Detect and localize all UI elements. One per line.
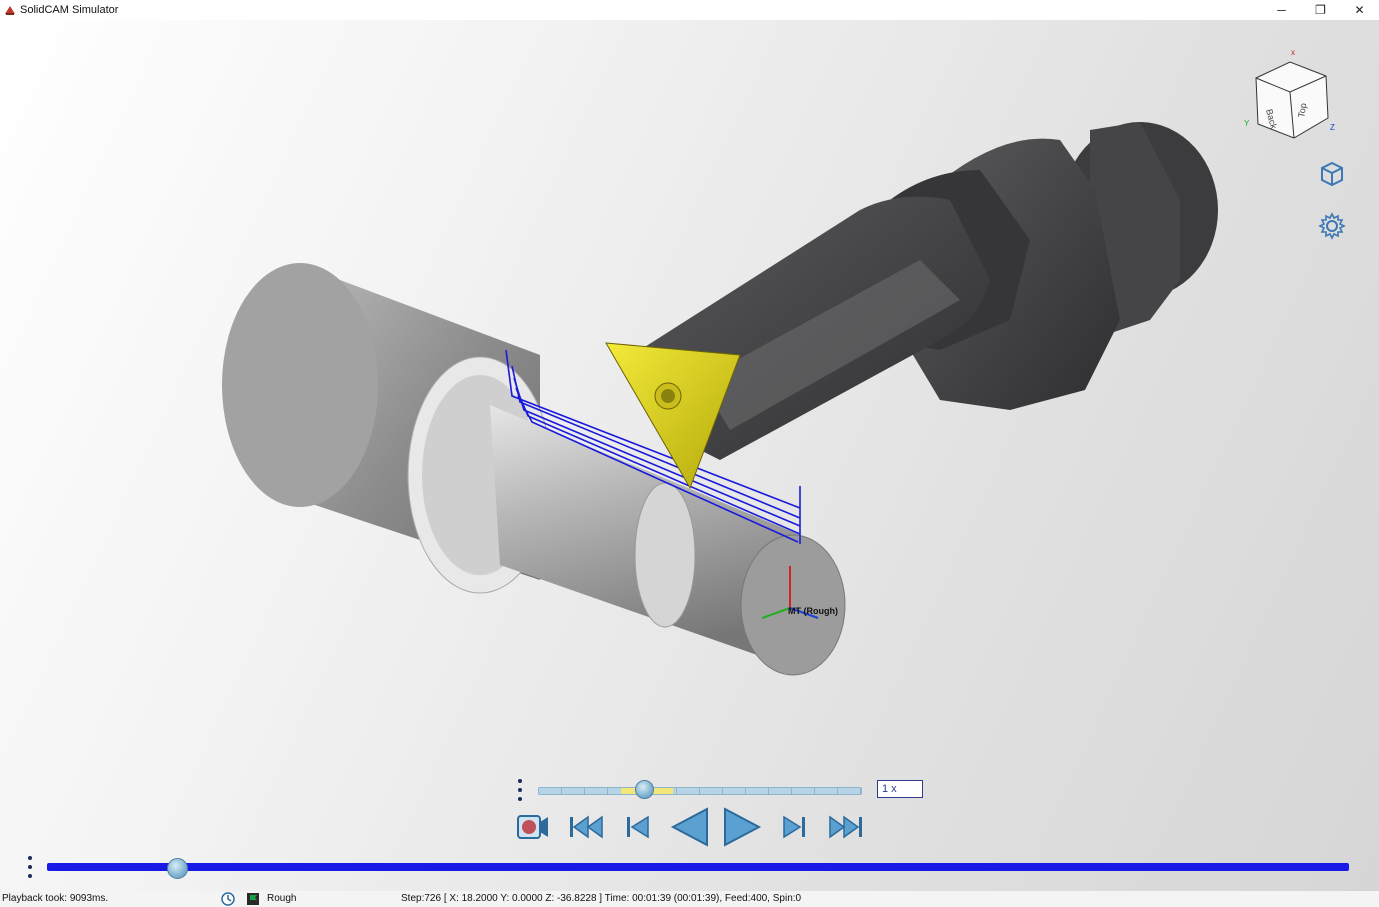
machining-scene: MT (Rough) xyxy=(222,122,1218,676)
close-button[interactable]: ✕ xyxy=(1340,0,1379,20)
play-forward-button[interactable] xyxy=(720,806,764,848)
tool-holder xyxy=(640,122,1218,460)
operation-name: Rough xyxy=(267,893,297,904)
step-forward-button[interactable] xyxy=(779,806,809,848)
clock-icon[interactable] xyxy=(221,892,235,906)
play-reverse-icon xyxy=(670,807,708,847)
timeline-slider-track[interactable] xyxy=(47,863,1349,871)
playback-time-status: Playback took: 9093ms. xyxy=(2,893,109,904)
fast-forward-to-end-button[interactable] xyxy=(825,806,865,848)
minimize-button[interactable]: ─ xyxy=(1262,0,1301,20)
step-forward-icon xyxy=(783,815,805,839)
play-reverse-button[interactable] xyxy=(668,806,712,848)
solidcam-app-icon xyxy=(5,6,15,15)
viewcube-axis-y: Y xyxy=(1244,119,1250,128)
timeline-menu-button[interactable] xyxy=(26,856,34,878)
step-back-icon xyxy=(627,815,649,839)
view-cube[interactable]: Back Top x Y Z xyxy=(1238,48,1338,140)
fast-forward-to-end-icon xyxy=(829,815,862,839)
operation-flag-icon xyxy=(247,893,259,905)
rewind-to-start-icon xyxy=(570,815,603,839)
status-bar: Playback took: 9093ms. Rough Step:726 [ … xyxy=(0,891,1379,907)
play-forward-icon xyxy=(724,807,762,847)
timeline-slider-thumb[interactable] xyxy=(166,858,188,879)
speed-value-field[interactable]: 1 x xyxy=(877,780,923,798)
record-button[interactable] xyxy=(515,806,551,848)
settings-gear-icon[interactable] xyxy=(1318,212,1346,240)
record-icon xyxy=(517,815,548,839)
simulation-viewport[interactable]: MT (Rough) Back Top x Y Z 1 x xyxy=(0,20,1379,891)
window-title: SolidCAM Simulator xyxy=(20,4,119,16)
coordinate-label: MT (Rough) xyxy=(788,606,838,616)
viewcube-axis-x: x xyxy=(1291,48,1295,57)
speed-menu-button[interactable] xyxy=(516,779,524,801)
speed-slider-track[interactable] xyxy=(538,787,862,795)
view-cube-icon[interactable] xyxy=(1318,160,1346,188)
step-back-button[interactable] xyxy=(623,806,653,848)
step-info-status: Step:726 [ X: 18.2000 Y: 0.0000 Z: -36.8… xyxy=(401,893,802,904)
viewcube-axis-z: Z xyxy=(1330,123,1335,132)
restore-button[interactable]: ❐ xyxy=(1301,0,1340,20)
title-bar: SolidCAM Simulator ─ ❐ ✕ xyxy=(0,0,1379,20)
rewind-to-start-button[interactable] xyxy=(567,806,607,848)
